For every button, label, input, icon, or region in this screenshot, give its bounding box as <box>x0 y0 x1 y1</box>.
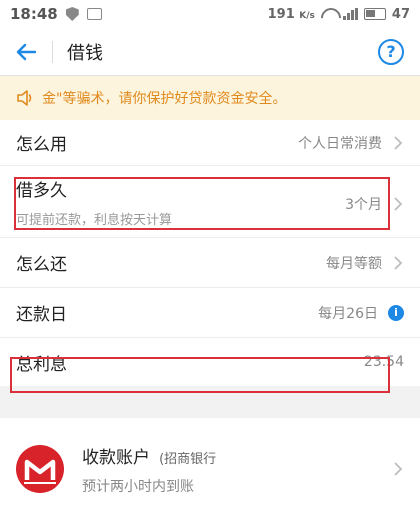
chevron-right-icon <box>394 135 403 150</box>
network-speed-value: 191 <box>267 6 295 22</box>
notice-text: 金"等骗术，请你保护好贷款资金安全。 <box>42 91 287 107</box>
network-speed: 191 K/s <box>268 7 315 22</box>
network-speed-unit: K/s <box>299 10 315 21</box>
chevron-right-icon <box>394 462 403 476</box>
battery-level: 47 <box>391 6 410 22</box>
account-text: 收款账户 (招商银行 预计两小时内到账 <box>82 443 216 496</box>
loan-detail-list: 怎么用 个人日常消费 借多久 可提前还款，利息按天计算 3个月 怎么还 每月等额… <box>0 120 420 386</box>
status-right: 191 K/s 47 <box>268 7 410 22</box>
repay-method-value: 每月等额 <box>326 255 382 272</box>
signal-icon <box>342 8 358 20</box>
total-interest-value: 23.54 <box>363 354 404 370</box>
info-icon[interactable]: i <box>388 304 404 321</box>
notice-banner: 金"等骗术，请你保护好贷款资金安全。 <box>0 76 420 120</box>
usage-label: 怎么用 <box>16 135 67 155</box>
page-title: 借钱 <box>67 42 103 64</box>
help-icon: ? <box>386 42 396 61</box>
receiving-account-row[interactable]: 收款账户 (招商银行 预计两小时内到账 <box>0 418 420 520</box>
account-title: 收款账户 <box>82 447 150 468</box>
repay-day-label: 还款日 <box>16 305 67 325</box>
back-arrow-icon <box>16 43 36 60</box>
bank-logo-icon <box>16 445 64 493</box>
account-bank: (招商银行 <box>159 451 217 467</box>
back-button[interactable] <box>0 28 52 76</box>
row-total-interest: 总利息 23.54 <box>0 338 420 386</box>
battery-icon <box>363 8 386 20</box>
account-title-line: 收款账户 (招商银行 <box>82 443 216 468</box>
bank-logo-mark <box>24 459 56 484</box>
speaker-icon <box>17 90 32 106</box>
wifi-icon <box>321 8 337 20</box>
duration-value: 3个月 <box>345 197 382 213</box>
total-interest-label: 总利息 <box>16 354 67 375</box>
message-icon <box>86 8 102 20</box>
status-time: 18:48 <box>10 5 58 23</box>
nav-bar: 借钱 ? <box>0 28 420 76</box>
account-arrival-note: 预计两小时内到账 <box>82 478 194 495</box>
status-left: 18:48 <box>10 5 102 23</box>
status-bar: 18:48 191 K/s 47 <box>0 0 420 28</box>
chevron-right-icon <box>394 197 403 211</box>
row-repay-method[interactable]: 怎么还 每月等额 <box>0 238 420 288</box>
help-button[interactable]: ? <box>378 38 404 65</box>
screen: 18:48 191 K/s 47 借钱 ? 金"等骗术，请你保护好贷款资金安全。… <box>0 0 420 520</box>
duration-right: 3个月 <box>345 194 404 214</box>
usage-value: 个人日常消费 <box>298 135 382 152</box>
repay-day-value: 每月26日 <box>318 305 378 322</box>
row-usage[interactable]: 怎么用 个人日常消费 <box>0 120 420 166</box>
shield-icon <box>65 7 79 21</box>
repay-method-label: 怎么还 <box>16 255 67 275</box>
chevron-right-icon <box>394 255 403 270</box>
row-duration[interactable]: 借多久 可提前还款，利息按天计算 3个月 <box>0 166 420 238</box>
nav-divider <box>52 40 53 63</box>
row-repay-day: 还款日 每月26日 i <box>0 288 420 338</box>
